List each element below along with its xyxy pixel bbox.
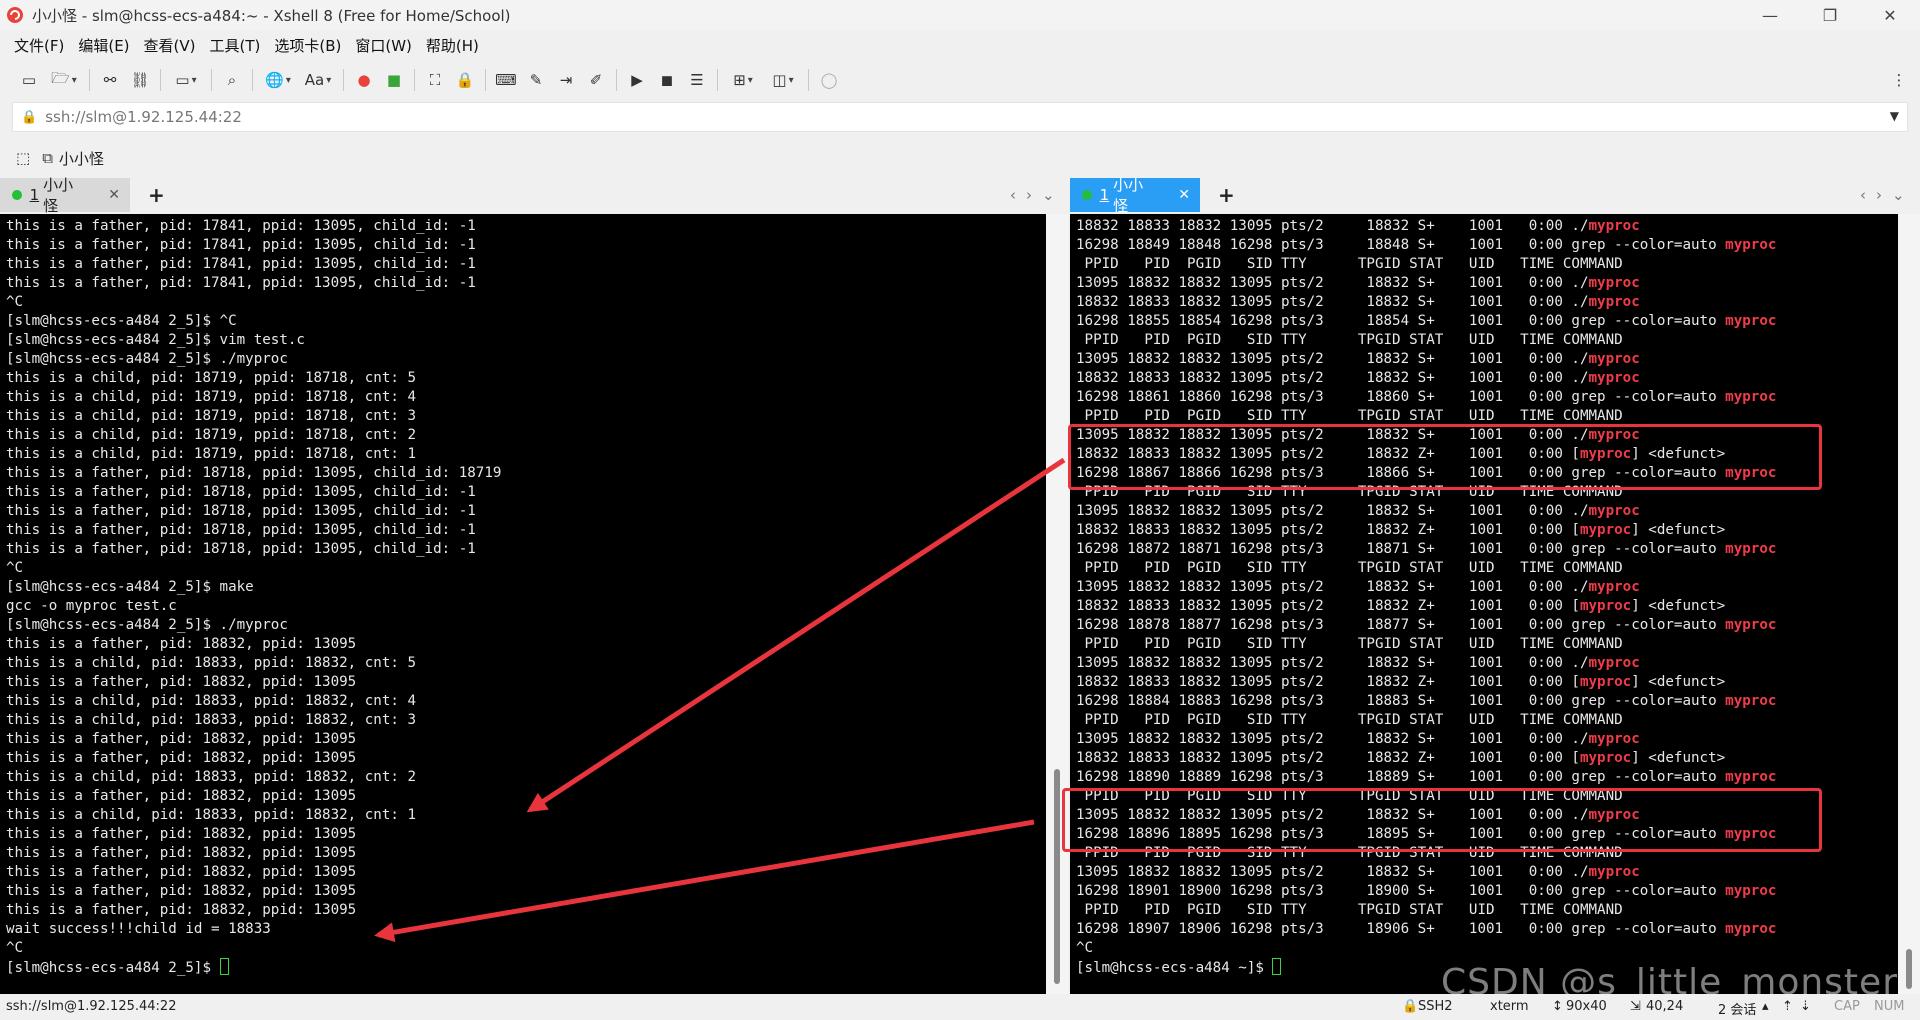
status-num: NUM <box>1874 999 1905 1014</box>
sessions-dropdown-icon[interactable]: ▴ <box>1762 999 1769 1014</box>
status-size-icon: ↕ <box>1552 999 1563 1014</box>
status-lock-icon: 🔒 <box>1402 999 1419 1014</box>
scroll-down-icon[interactable]: ⇣ <box>1800 999 1811 1014</box>
arrow-to-child-exit <box>526 457 1066 813</box>
status-size: 90x40 <box>1566 999 1607 1014</box>
status-cap: CAP <box>1834 999 1860 1014</box>
arrow-to-wait-success <box>374 819 1035 943</box>
status-terminal: xterm <box>1490 999 1529 1014</box>
annotation-arrows <box>374 457 1066 943</box>
status-bar: ssh://slm@1.92.125.44:22 🔒 SSH2 xterm ↕ … <box>0 994 1920 1020</box>
status-cursor-icon: ⇲ <box>1630 999 1641 1014</box>
status-cursor-pos: 40,24 <box>1646 999 1684 1014</box>
status-connection: ssh://slm@1.92.125.44:22 <box>6 999 177 1014</box>
scroll-up-icon[interactable]: ⇡ <box>1782 999 1793 1014</box>
status-protocol: SSH2 <box>1418 999 1453 1014</box>
status-sessions[interactable]: 2 会话 <box>1718 999 1756 1018</box>
